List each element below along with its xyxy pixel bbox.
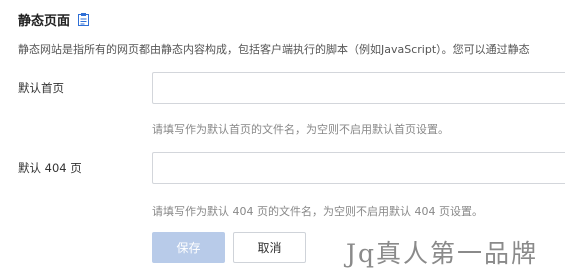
watermark-text: Jq真人第一品牌 (346, 239, 539, 268)
default-404-input[interactable] (152, 152, 565, 184)
section-description: 静态网站是指所有的网页都由静态内容构成，包括客户端执行的脚本（例如JavaScr… (18, 43, 530, 56)
default-home-hint: 请填写作为默认首页的文件名，为空则不启用默认首页设置。 (152, 123, 449, 136)
static-page-settings: 静态页面 静态网站是指所有的网页都由静态内容构成，包括客户端执行的脚本（例如Ja… (0, 0, 565, 278)
save-button[interactable]: 保存 (152, 232, 225, 263)
document-icon[interactable] (78, 13, 90, 26)
default-home-input[interactable] (152, 72, 565, 104)
cancel-button[interactable]: 取消 (233, 232, 306, 263)
section-title: 静态页面 (18, 10, 90, 29)
default-404-hint: 请填写作为默认 404 页的文件名，为空则不启用默认 404 页设置。 (152, 205, 483, 218)
default-404-label: 默认 404 页 (18, 161, 82, 175)
default-home-label: 默认首页 (18, 81, 64, 95)
section-title-text: 静态页面 (18, 14, 71, 29)
